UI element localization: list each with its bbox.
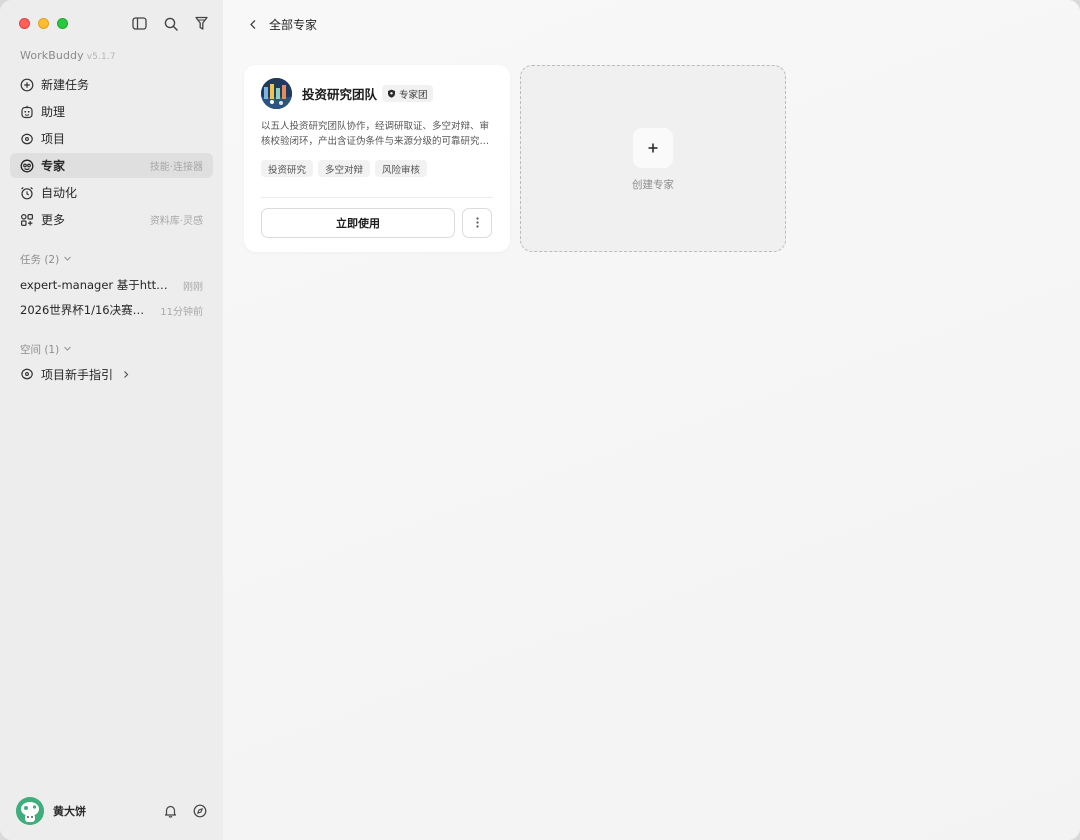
nav-item-label: 新建任务 <box>41 78 90 92</box>
tag: 投资研究 <box>261 160 314 177</box>
nav-item-label: 专家 <box>41 159 66 173</box>
space-item[interactable]: 项目新手指引 <box>20 363 130 385</box>
nav-item-hint: 资料库·灵感 <box>149 216 203 227</box>
chevron-down-icon <box>63 344 72 356</box>
tag: 风险审核 <box>375 160 428 177</box>
compass-icon[interactable] <box>192 803 208 819</box>
nav-item-project[interactable]: 项目 <box>10 126 213 151</box>
nav-item-label: 项目 <box>41 132 66 146</box>
tasks-section-title: 任务 (2) <box>20 254 60 266</box>
app-name: WorkBuddy <box>20 49 84 62</box>
main-nav: 新建任务 助理 项目 专家 技能·连接器 自动化 更多 资料库·灵感 <box>10 72 213 234</box>
sidebar-toggle-icon[interactable] <box>131 15 148 32</box>
sidebar-toolbar <box>131 15 210 32</box>
expert-type-badge: 专家团 <box>382 85 433 102</box>
filter-icon[interactable] <box>193 15 210 32</box>
search-icon[interactable] <box>162 15 179 32</box>
task-item[interactable]: expert-manager 基于https://... 刚刚 <box>20 274 203 296</box>
spaces-section-toggle[interactable]: 空间 (1) <box>20 342 72 357</box>
expert-tags: 投资研究 多空对辩 风险审核 <box>261 160 428 177</box>
task-time: 11分钟前 <box>160 306 203 318</box>
sidebar: WorkBuddy v5.1.7 新建任务 助理 项目 专家 技能·连接器 自动… <box>0 0 223 840</box>
spaces-section-title: 空间 (1) <box>20 344 60 356</box>
task-name: 2026世界杯1/16决赛预测 <box>20 303 155 317</box>
expert-icon <box>20 159 34 173</box>
alarm-clock-icon <box>20 186 34 200</box>
use-now-button[interactable]: 立即使用 <box>261 208 455 238</box>
nav-item-assistant[interactable]: 助理 <box>10 99 213 124</box>
chevron-down-icon <box>63 254 72 266</box>
app-version: v5.1.7 <box>86 52 116 62</box>
nav-item-label: 更多 <box>41 213 66 227</box>
nav-item-expert[interactable]: 专家 技能·连接器 <box>10 153 213 178</box>
task-name: expert-manager 基于https://... <box>20 278 174 292</box>
tasks-section-toggle[interactable]: 任务 (2) <box>20 252 72 267</box>
app-window: WorkBuddy v5.1.7 新建任务 助理 项目 专家 技能·连接器 自动… <box>0 0 1080 840</box>
breadcrumb-label: 全部专家 <box>269 18 318 32</box>
nav-item-automation[interactable]: 自动化 <box>10 180 213 205</box>
project-icon <box>20 132 34 146</box>
team-avatar <box>261 78 292 109</box>
grid-icon <box>20 213 34 227</box>
expert-description: 以五人投资研究团队协作，经调研取证、多空对辩、审核校验闭环，产出含证伪条件与来源… <box>261 121 490 147</box>
expert-card-header: 投资研究团队 专家团 <box>261 78 433 109</box>
space-name: 项目新手指引 <box>41 367 114 382</box>
window-controls <box>19 18 68 29</box>
nav-item-label: 助理 <box>41 105 66 119</box>
badge-label: 专家团 <box>399 89 428 101</box>
project-icon <box>20 367 34 381</box>
shield-icon <box>387 89 396 98</box>
more-options-button[interactable] <box>462 208 492 238</box>
chevron-right-icon <box>122 370 130 379</box>
maximize-window-button[interactable] <box>57 18 68 29</box>
expert-card[interactable]: 投资研究团队 专家团 以五人投资研究团队协作，经调研取证、多空对辩、审核校验闭环… <box>244 65 510 252</box>
app-brand: WorkBuddy v5.1.7 <box>20 49 116 62</box>
more-vertical-icon <box>475 216 479 231</box>
nav-item-label: 自动化 <box>41 186 78 200</box>
close-window-button[interactable] <box>19 18 30 29</box>
minimize-window-button[interactable] <box>38 18 49 29</box>
user-name: 黄大饼 <box>53 805 86 818</box>
task-item[interactable]: 2026世界杯1/16决赛预测 11分钟前 <box>20 299 203 321</box>
nav-item-more[interactable]: 更多 资料库·灵感 <box>10 207 213 232</box>
task-time: 刚刚 <box>183 281 203 293</box>
bell-icon[interactable] <box>162 803 178 819</box>
plus-icon <box>633 128 673 168</box>
create-expert-card[interactable]: 创建专家 <box>520 65 786 252</box>
main-content: 全部专家 投资研究团队 专家团 以五人投资研究团队协作，经调研取证、多空对辩、审… <box>223 0 1080 840</box>
divider <box>261 197 493 198</box>
chevron-left-icon <box>249 19 261 31</box>
nav-item-new-task[interactable]: 新建任务 <box>10 72 213 97</box>
nav-item-hint: 技能·连接器 <box>149 162 203 173</box>
user-bar: 黄大饼 <box>16 797 208 825</box>
robot-icon <box>20 105 34 119</box>
create-expert-label: 创建专家 <box>632 179 674 191</box>
avatar[interactable] <box>16 797 44 825</box>
back-breadcrumb[interactable]: 全部专家 <box>249 16 317 33</box>
tag: 多空对辩 <box>318 160 371 177</box>
plus-circle-icon <box>20 78 34 92</box>
expert-title: 投资研究团队 <box>302 87 378 102</box>
